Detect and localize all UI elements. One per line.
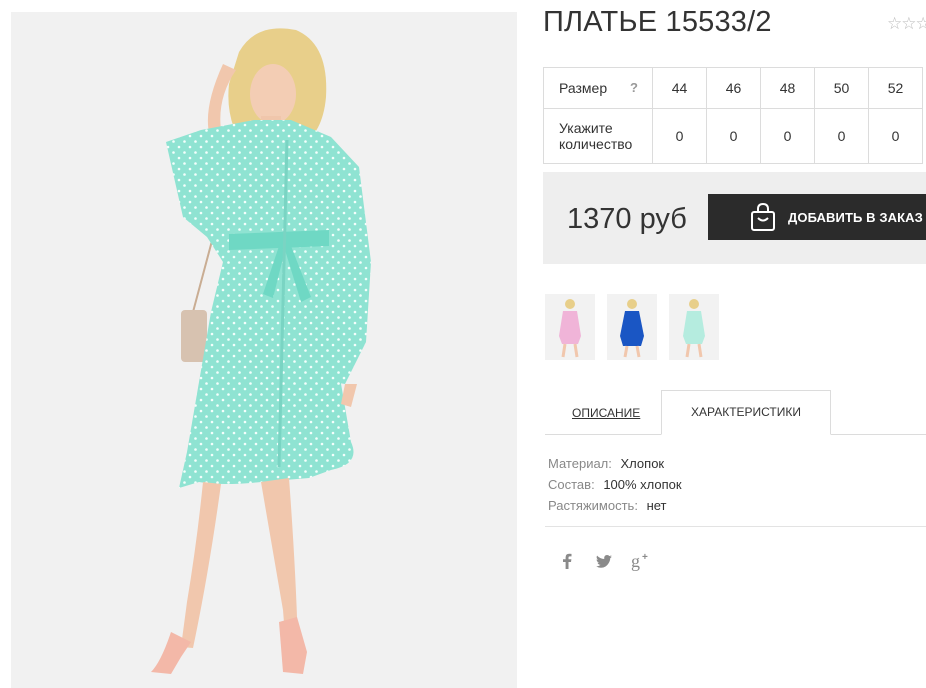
price: 1370 руб: [567, 203, 687, 235]
size-quantity-table: Размер ? 44 46 48 50 52 Укажите количест…: [543, 67, 923, 164]
add-to-order-label: ДОБАВИТЬ В ЗАКАЗ: [788, 209, 923, 225]
size-value: 52: [868, 67, 923, 109]
tab-description[interactable]: ОПИСАНИЕ: [572, 406, 640, 420]
size-value: 48: [760, 67, 815, 109]
facebook-icon[interactable]: [556, 551, 578, 571]
svg-text:g: g: [631, 551, 640, 571]
spec-row: Материал: Хлопок: [548, 453, 682, 474]
tab-characteristics[interactable]: ХАРАКТЕРИСТИКИ: [661, 390, 831, 435]
spec-key: Материал:: [548, 456, 612, 471]
quantity-input[interactable]: 0: [652, 108, 707, 164]
quantity-input[interactable]: 0: [760, 108, 815, 164]
thumbnail-mint-dress[interactable]: [669, 294, 719, 360]
size-value: 44: [652, 67, 707, 109]
size-label-cell: Размер ?: [543, 67, 653, 109]
spec-value: 100% хлопок: [603, 477, 682, 492]
quantity-input[interactable]: 0: [706, 108, 761, 164]
rating-stars[interactable]: ☆☆☆☆☆: [887, 14, 926, 34]
spec-key: Растяжимость:: [548, 498, 638, 513]
divider: [545, 526, 926, 527]
svg-text:+: +: [642, 552, 648, 563]
spec-key: Состав:: [548, 477, 595, 492]
main-product-photo[interactable]: [11, 12, 517, 688]
quantity-input[interactable]: 0: [868, 108, 923, 164]
price-panel: 1370 руб ДОБАВИТЬ В ЗАКАЗ: [543, 172, 926, 264]
size-value: 46: [706, 67, 761, 109]
spec-value: нет: [646, 498, 667, 513]
thumbnail-blue-dress[interactable]: [607, 294, 657, 360]
twitter-icon[interactable]: [593, 551, 615, 571]
size-label: Размер: [559, 80, 608, 96]
quantity-label: Укажите количество: [543, 108, 653, 164]
spec-row: Растяжимость: нет: [548, 495, 682, 516]
thumbnail-pink-dress[interactable]: [545, 294, 595, 360]
google-plus-icon[interactable]: g +: [631, 551, 653, 571]
product-title: ПЛАТЬЕ 15533/2: [543, 6, 772, 38]
quantity-input[interactable]: 0: [814, 108, 869, 164]
spec-row: Состав: 100% хлопок: [548, 474, 682, 495]
shopping-bag-icon: [750, 202, 776, 232]
characteristics-list: Материал: Хлопок Состав: 100% хлопок Рас…: [548, 453, 682, 516]
size-help-icon[interactable]: ?: [630, 80, 638, 95]
size-value: 50: [814, 67, 869, 109]
spec-value: Хлопок: [620, 456, 665, 471]
add-to-order-button[interactable]: ДОБАВИТЬ В ЗАКАЗ: [708, 194, 926, 240]
